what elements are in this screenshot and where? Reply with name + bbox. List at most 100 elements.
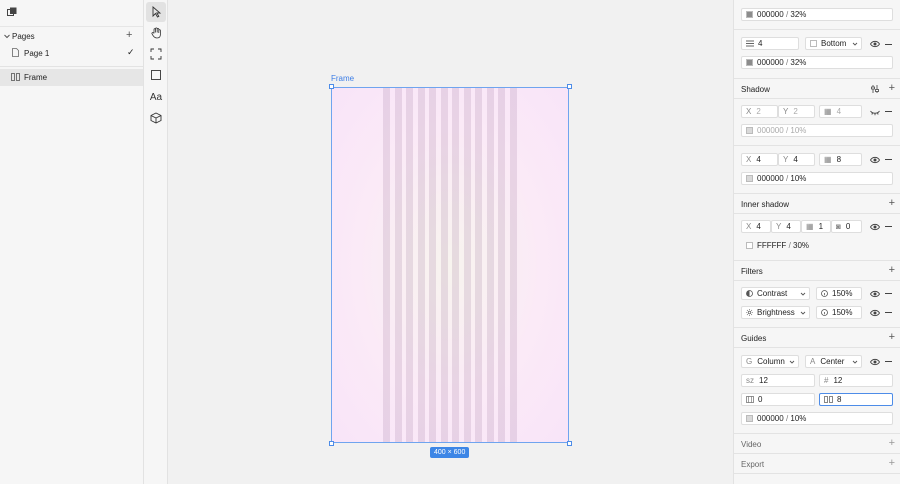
shadow-x-input[interactable]: X2 bbox=[741, 105, 778, 118]
inner-shadow-x-input[interactable]: X4 bbox=[741, 220, 771, 233]
eye-icon[interactable] bbox=[870, 222, 880, 232]
shadow-blur-input[interactable]: ▦ 8 bbox=[819, 153, 862, 166]
frame[interactable] bbox=[331, 87, 569, 443]
tool-bar: Aa bbox=[144, 0, 168, 484]
check-icon: ✓ bbox=[127, 47, 135, 57]
resize-handle-bottom-right[interactable] bbox=[567, 441, 572, 446]
divider bbox=[0, 66, 143, 67]
add-shadow-button[interactable]: + bbox=[889, 82, 895, 94]
guide-size-input[interactable]: sz 12 bbox=[741, 374, 815, 387]
frame-layer-icon bbox=[11, 73, 20, 81]
stroke-color-input[interactable]: 000000 / 32% bbox=[741, 56, 893, 69]
eye-icon[interactable] bbox=[870, 155, 880, 165]
frame-tool[interactable] bbox=[146, 44, 166, 64]
rectangle-tool[interactable] bbox=[146, 65, 166, 85]
chevron-down-icon bbox=[852, 360, 858, 364]
eye-icon[interactable] bbox=[870, 39, 880, 49]
shadow-blur-input[interactable]: ▦ 4 bbox=[819, 105, 862, 118]
margin-icon bbox=[746, 396, 754, 403]
inner-shadow-spread-input[interactable]: ◙ 0 bbox=[831, 220, 862, 233]
stroke-position-select[interactable]: Bottom bbox=[805, 37, 862, 50]
color-swatch[interactable] bbox=[746, 127, 753, 134]
inner-shadow-blur-input[interactable]: ▦ 1 bbox=[801, 220, 831, 233]
remove-icon[interactable] bbox=[885, 44, 892, 45]
assets-icon[interactable] bbox=[7, 7, 17, 17]
frame-name-label[interactable]: Frame bbox=[331, 74, 354, 83]
guide-column bbox=[394, 88, 402, 442]
guide-type-select[interactable]: G Column bbox=[741, 355, 799, 368]
hand-icon bbox=[151, 27, 161, 39]
blur-icon: ▦ bbox=[824, 107, 832, 116]
divider bbox=[734, 145, 900, 146]
inner-shadow-section-header: Inner shadow + bbox=[734, 193, 900, 213]
hand-tool[interactable] bbox=[146, 23, 166, 43]
page-item[interactable]: Page 1 ✓ bbox=[0, 46, 143, 62]
chevron-down-icon[interactable] bbox=[3, 32, 11, 40]
add-guide-button[interactable]: + bbox=[889, 331, 895, 343]
section-title: Shadow bbox=[741, 85, 770, 94]
color-swatch[interactable] bbox=[746, 11, 753, 18]
shadow-section-header: Shadow + bbox=[734, 78, 900, 98]
resize-handle-top-left[interactable] bbox=[329, 84, 334, 89]
guide-gutter-input[interactable]: 8 bbox=[819, 393, 893, 406]
remove-icon[interactable] bbox=[885, 361, 892, 362]
stroke-color-input[interactable]: 000000 / 32% bbox=[741, 8, 893, 21]
shadow-color-input[interactable]: 000000 / 10% bbox=[741, 172, 893, 185]
resize-handle-top-right[interactable] bbox=[567, 84, 572, 89]
pointer-tool[interactable] bbox=[146, 2, 166, 22]
remove-icon[interactable] bbox=[885, 159, 892, 160]
stroke-width-input[interactable]: 4 bbox=[741, 37, 799, 50]
shadow-y-input[interactable]: Y4 bbox=[778, 153, 815, 166]
resize-handle-bottom-left[interactable] bbox=[329, 441, 334, 446]
guide-column bbox=[429, 88, 437, 442]
eye-icon[interactable] bbox=[870, 289, 880, 299]
add-video-button[interactable]: + bbox=[889, 437, 895, 449]
remove-icon[interactable] bbox=[885, 293, 892, 294]
export-section-header[interactable]: Export + bbox=[734, 453, 900, 473]
shadow-y-input[interactable]: Y2 bbox=[778, 105, 815, 118]
remove-icon[interactable] bbox=[885, 111, 892, 112]
add-export-button[interactable]: + bbox=[889, 457, 895, 469]
properties-panel: 000000 / 32% 4 Bottom 000000 / 32% Shado… bbox=[733, 0, 900, 484]
guide-column bbox=[417, 88, 425, 442]
adjust-icon[interactable] bbox=[870, 84, 880, 94]
add-page-button[interactable]: + bbox=[126, 29, 132, 41]
guide-column bbox=[498, 88, 506, 442]
section-title: Filters bbox=[741, 267, 763, 276]
canvas[interactable]: Frame 400 × 600 bbox=[168, 0, 733, 484]
pointer-icon bbox=[152, 6, 161, 18]
text-tool[interactable]: Aa bbox=[146, 87, 166, 107]
inner-shadow-color-input[interactable]: FFFFFF / 30% bbox=[741, 239, 893, 252]
guide-count-input[interactable]: #12 bbox=[819, 374, 893, 387]
remove-icon[interactable] bbox=[885, 226, 892, 227]
shadow-color-input[interactable]: 000000 / 10% bbox=[741, 124, 893, 137]
eye-icon[interactable] bbox=[870, 357, 880, 367]
filter-value-input[interactable]: 150% bbox=[816, 306, 862, 319]
add-inner-shadow-button[interactable]: + bbox=[889, 197, 895, 209]
layer-item-frame[interactable]: Frame bbox=[0, 69, 143, 86]
inner-shadow-y-input[interactable]: Y4 bbox=[771, 220, 801, 233]
remove-icon[interactable] bbox=[885, 312, 892, 313]
rectangle-icon bbox=[151, 70, 161, 80]
guide-margin-input[interactable]: 0 bbox=[741, 393, 815, 406]
page-label: Page 1 bbox=[24, 49, 50, 58]
eye-icon[interactable] bbox=[870, 308, 880, 318]
color-swatch[interactable] bbox=[746, 175, 753, 182]
video-section-header[interactable]: Video + bbox=[734, 433, 900, 453]
filter-type-select[interactable]: Brightness bbox=[741, 306, 810, 319]
color-swatch[interactable] bbox=[746, 415, 753, 422]
eye-closed-icon[interactable] bbox=[870, 107, 880, 117]
guide-column bbox=[475, 88, 483, 442]
filter-value-input[interactable]: 150% bbox=[816, 287, 862, 300]
pages-header[interactable]: Pages + bbox=[0, 26, 143, 46]
color-swatch[interactable] bbox=[746, 59, 753, 66]
filters-section-header: Filters + bbox=[734, 260, 900, 280]
guide-color-input[interactable]: 000000 / 10% bbox=[741, 412, 893, 425]
add-filter-button[interactable]: + bbox=[889, 264, 895, 276]
section-title: Inner shadow bbox=[741, 200, 790, 209]
component-tool[interactable] bbox=[146, 108, 166, 128]
shadow-x-input[interactable]: X4 bbox=[741, 153, 778, 166]
filter-type-select[interactable]: Contrast bbox=[741, 287, 810, 300]
color-swatch[interactable] bbox=[746, 242, 753, 249]
guide-align-select[interactable]: A Center bbox=[805, 355, 862, 368]
